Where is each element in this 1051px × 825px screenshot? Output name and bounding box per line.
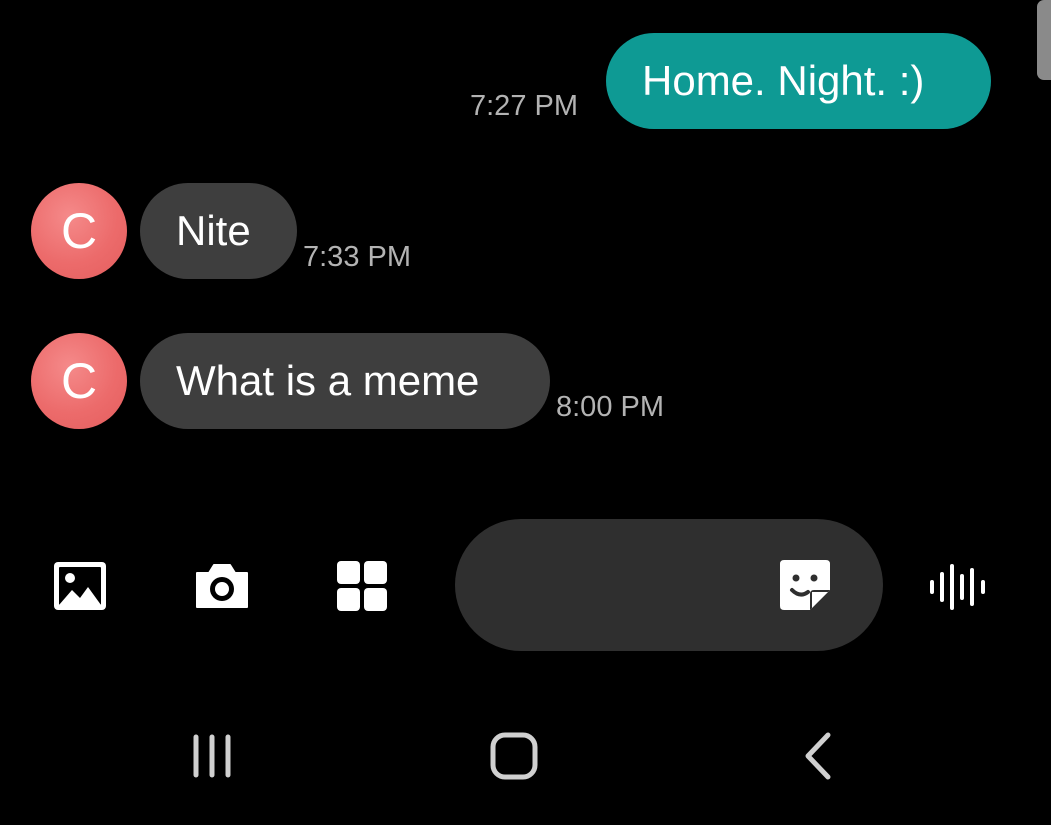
- apps-grid-icon[interactable]: [334, 558, 390, 614]
- scrollbar-thumb[interactable]: [1037, 0, 1051, 80]
- gallery-icon[interactable]: [50, 558, 110, 614]
- message-timestamp: 7:33 PM: [303, 241, 411, 273]
- camera-icon[interactable]: [192, 560, 252, 612]
- home-icon[interactable]: [488, 730, 540, 782]
- message-text: What is a meme: [176, 357, 480, 404]
- received-message-bubble[interactable]: What is a meme: [140, 333, 550, 429]
- avatar-initial: C: [60, 353, 98, 409]
- message-timestamp: 7:27 PM: [470, 90, 578, 122]
- message-input[interactable]: [455, 519, 883, 651]
- contact-avatar[interactable]: C: [31, 183, 127, 279]
- chat-screen: 7:27 PM Home. Night. :) C Nite 7:33 PM C…: [0, 0, 1051, 825]
- back-icon[interactable]: [798, 730, 838, 782]
- received-message-bubble[interactable]: Nite: [140, 183, 297, 279]
- sticker-icon[interactable]: [775, 555, 835, 615]
- message-text: Nite: [176, 207, 251, 254]
- message-timestamp: 8:00 PM: [556, 391, 664, 423]
- avatar-initial: C: [60, 203, 98, 259]
- voice-record-icon[interactable]: [928, 562, 988, 612]
- contact-avatar[interactable]: C: [31, 333, 127, 429]
- sent-message-bubble[interactable]: Home. Night. :): [606, 33, 991, 129]
- message-text: Home. Night. :): [642, 57, 925, 104]
- recent-apps-icon[interactable]: [186, 732, 238, 780]
